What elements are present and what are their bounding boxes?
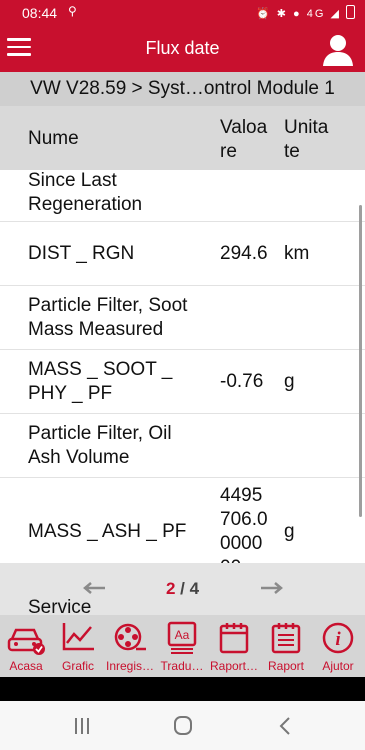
calendar-report-icon (219, 623, 249, 654)
home-icon[interactable] (163, 713, 203, 739)
table-row[interactable]: Since Last Regeneration (0, 170, 365, 222)
column-value-header: Valoa re (220, 116, 267, 164)
toolbar-label: Raport (267, 659, 305, 673)
location-icon: ● (293, 8, 302, 20)
toolbar-home-button[interactable]: Acasa (0, 615, 52, 677)
row-name-line: Particle Filter, Soot (28, 295, 188, 316)
row-value: -0.76 (220, 371, 264, 392)
row-value-line: 00 (220, 556, 276, 563)
network-label: 4G (306, 8, 326, 20)
column-unit-header: Unita te (284, 116, 328, 164)
signal-icon: ◢ (330, 8, 341, 20)
row-name-line: Regeneration (28, 194, 143, 215)
toolbar-record-button[interactable]: Inregis… (104, 615, 156, 677)
report-icon (271, 623, 301, 654)
svg-text:i: i (335, 629, 341, 650)
column-unit-header-line2: te (284, 141, 300, 162)
info-icon: i (322, 622, 354, 654)
toolbar-label: Raport… (209, 659, 259, 673)
bottom-toolbar: Acasa Grafic Inregis… Aa Tradu… Raport… … (0, 615, 365, 677)
table-row[interactable]: Particle Filter, Oil Ash Volume (0, 414, 365, 478)
next-page-arrow-icon[interactable] (260, 581, 284, 595)
column-value-header-line1: Valoa (220, 117, 268, 138)
row-value-line: 4495 (220, 485, 263, 506)
row-name: MASS _ SOOT _ PHY _ PF (28, 358, 213, 406)
app-bar: Flux date (0, 26, 365, 72)
row-name-line: PHY _ PF (28, 383, 113, 404)
toolbar-label: Inregis… (105, 659, 155, 673)
table-row[interactable]: MASS _ SOOT _ PHY _ PF -0.76 g (0, 350, 365, 414)
row-name: Particle Filter, Soot Mass Measured (28, 294, 213, 342)
usb-icon: ⚲ (68, 4, 77, 18)
status-time: 08:44 (22, 5, 58, 21)
bluetooth-icon: ✱ (276, 8, 288, 20)
system-nav-bar (0, 701, 365, 750)
car-home-icon (7, 628, 45, 655)
row-value: 294.6 (220, 243, 268, 264)
toolbar-graph-button[interactable]: Grafic (52, 615, 104, 677)
toolbar-translate-button[interactable]: Aa Tradu… (156, 615, 208, 677)
row-name: Particle Filter, Oil Ash Volume (28, 422, 213, 470)
alarm-icon: ⏰ (255, 8, 272, 20)
column-value-header-line2: re (220, 141, 237, 162)
row-name-line: Ash Volume (28, 447, 130, 468)
toolbar-label: Tradu… (160, 659, 204, 673)
toolbar-report-draft-button[interactable]: Raport… (208, 615, 260, 677)
column-unit-header-line1: Unita (284, 117, 329, 138)
row-name-line: Since Last (28, 170, 117, 191)
toolbar-label: Grafic (61, 659, 94, 673)
row-value-line: 0000 (220, 533, 263, 554)
row-name-line: Particle Filter, Oil (28, 423, 172, 444)
page-total: 4 (189, 579, 200, 598)
row-value-line: 706.0 (220, 509, 268, 530)
user-icon (323, 35, 353, 66)
table-header: Nume Valoa re Unita te (0, 106, 365, 170)
data-stream-table[interactable]: Since Last Regeneration DIST _ RGN 294.6… (0, 170, 365, 563)
back-icon[interactable] (265, 713, 305, 739)
translate-book-icon: Aa (167, 621, 197, 654)
row-unit: g (284, 521, 295, 542)
row-name-line: Mass Measured (28, 319, 164, 340)
user-profile-button[interactable] (321, 31, 355, 67)
chart-icon (62, 623, 94, 651)
toolbar-report-button[interactable]: Raport (260, 615, 312, 677)
row-unit: km (284, 243, 310, 264)
recent-apps-icon[interactable] (62, 713, 102, 739)
row-unit: g (284, 371, 295, 392)
table-row[interactable]: DIST _ RGN 294.6 km (0, 222, 365, 286)
status-icons: ⏰ ✱ ● 4G ◢ (256, 5, 355, 20)
page-indicator: 2 / 4 (165, 579, 200, 598)
table-row[interactable]: MASS _ ASH _ PF 4495 706.0 0000 00 g (0, 478, 365, 563)
table-scrollbar[interactable] (359, 205, 362, 517)
column-name-header: Nume (28, 128, 79, 149)
page-current: 2 (165, 579, 176, 598)
status-bar: 08:44 ⚲ ⏰ ✱ ● 4G ◢ (0, 0, 365, 26)
svg-text:Aa: Aa (175, 628, 190, 642)
breadcrumb: VW V28.59 > Syst…ontrol Module 1 (0, 72, 365, 106)
toolbar-help-button[interactable]: i Ajutor (312, 615, 364, 677)
row-name: MASS _ ASH _ PF (28, 521, 187, 542)
battery-icon (346, 5, 355, 19)
table-row[interactable]: Particle Filter, Soot Mass Measured (0, 286, 365, 350)
page-title: Flux date (145, 38, 220, 58)
next-row-peek: Service (28, 597, 92, 615)
row-name-line: MASS _ SOOT _ (28, 359, 173, 380)
row-value: 4495 706.0 0000 00 (220, 484, 276, 563)
toolbar-label: Ajutor (322, 659, 354, 673)
pager: 2 / 4 Service (0, 563, 365, 615)
row-name: DIST _ RGN (28, 243, 135, 264)
divider-bar (0, 677, 365, 701)
film-reel-icon (114, 623, 146, 651)
row-name: Since Last Regeneration (28, 170, 213, 217)
